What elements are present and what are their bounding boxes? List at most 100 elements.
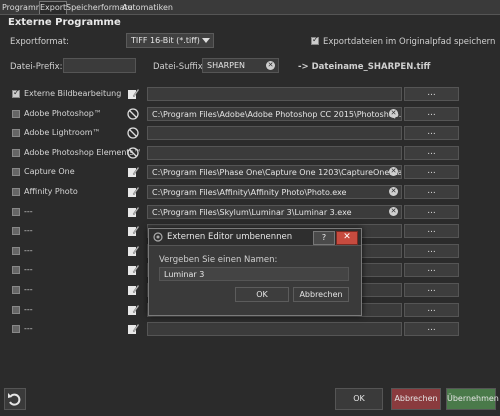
prefix-label: Datei-Prefix: [10, 62, 63, 72]
browse-button[interactable]: ... [404, 224, 459, 238]
edit-icon[interactable] [127, 245, 140, 257]
clear-icon[interactable]: ✕ [389, 167, 398, 176]
undo-button[interactable] [4, 388, 26, 410]
program-name: Adobe Photoshop™ [24, 109, 102, 118]
edit-icon[interactable] [127, 88, 140, 100]
tab-bar: Programm Export Speicherformate Automati… [0, 0, 500, 15]
program-path-input[interactable] [147, 322, 402, 336]
program-name: Externe Bildbearbeitung [24, 89, 122, 98]
edit-icon[interactable] [127, 166, 140, 178]
program-path-input[interactable] [147, 146, 402, 160]
program-row: Adobe Photoshop™ C:\Program Files\Adobe\A… [0, 106, 500, 122]
program-checkbox[interactable] [12, 286, 20, 294]
prefix-input[interactable] [63, 58, 136, 73]
help-button[interactable]: ? [313, 231, 335, 245]
dialog-cancel-button[interactable]: Abbrechen [293, 287, 349, 302]
program-name: --- [24, 246, 33, 255]
program-row: Adobe Photoshop Elements™... [0, 145, 500, 161]
cancel-button[interactable]: Abbrechen [391, 388, 441, 410]
export-format-dropdown[interactable]: TIFF 16-Bit (*.tiff) [126, 33, 214, 48]
program-path-input[interactable] [147, 126, 402, 140]
dialog-titlebar: Externen Editor umbenennen ? ✕ [149, 229, 361, 246]
program-checkbox[interactable] [12, 129, 20, 137]
original-path-label: Exportdateien im Originalpfad speichern [323, 37, 496, 47]
program-name: --- [24, 305, 33, 314]
dialog-title: Externen Editor umbenennen [167, 232, 293, 242]
tab-automatiken[interactable]: Automatiken [122, 2, 173, 14]
clear-icon[interactable]: ✕ [389, 207, 398, 216]
close-button[interactable]: ✕ [336, 231, 358, 245]
program-row: Adobe Lightroom™... [0, 125, 500, 141]
tab-programm[interactable]: Programm [2, 2, 44, 14]
browse-button[interactable]: ... [404, 244, 459, 258]
program-checkbox[interactable] [12, 227, 20, 235]
program-path-input[interactable] [147, 87, 402, 101]
dialog-prompt: Vergeben Sie einen Namen: [159, 255, 278, 265]
program-name: --- [24, 226, 33, 235]
export-format-label: Exportformat: [10, 37, 70, 47]
browse-button[interactable]: ... [404, 263, 459, 277]
edit-icon[interactable] [127, 206, 140, 218]
clear-icon[interactable]: ✕ [389, 187, 398, 196]
edit-icon[interactable] [127, 304, 140, 316]
browse-button[interactable]: ... [404, 303, 459, 317]
program-row: Externe Bildbearbeitung... [0, 86, 500, 102]
program-checkbox[interactable] [12, 188, 20, 196]
program-row: Affinity Photo C:\Program Files\Affinity\… [0, 184, 500, 200]
browse-button[interactable]: ... [404, 146, 459, 160]
edit-icon[interactable] [127, 186, 140, 198]
tab-speicherformate[interactable]: Speicherformate [66, 2, 133, 14]
program-checkbox[interactable] [12, 110, 20, 118]
program-checkbox[interactable] [12, 325, 20, 333]
edit-icon[interactable] [127, 323, 140, 335]
editor-name-input[interactable]: Luminar 3 [159, 267, 349, 281]
program-name: --- [24, 207, 33, 216]
program-row: Capture One C:\Program Files\Phase One\Ca… [0, 164, 500, 180]
browse-button[interactable]: ... [404, 185, 459, 199]
program-path-input[interactable]: C:\Program Files\Adobe\Adobe Photoshop C… [147, 107, 402, 121]
program-checkbox[interactable] [12, 266, 20, 274]
program-checkbox[interactable] [12, 247, 20, 255]
edit-icon[interactable] [127, 284, 140, 296]
browse-button[interactable]: ... [404, 205, 459, 219]
edit-icon[interactable] [127, 225, 140, 237]
section-title: Externe Programme [8, 17, 121, 28]
original-path-checkbox[interactable] [311, 35, 319, 45]
edit-icon[interactable] [127, 264, 140, 276]
browse-button[interactable]: ... [404, 283, 459, 297]
forbidden-icon[interactable] [127, 147, 139, 159]
program-path: C:\Program Files\Phase One\Capture One 1… [152, 168, 402, 177]
program-checkbox[interactable] [12, 208, 20, 216]
program-path-input[interactable]: C:\Program Files\Phase One\Capture One 1… [147, 165, 402, 179]
ok-button[interactable]: OK [335, 388, 383, 410]
apply-button[interactable]: Übernehmen [446, 388, 499, 410]
program-row: --- C:\Program Files\Skylum\Luminar 3\Lum… [0, 204, 500, 220]
chevron-down-icon [202, 38, 210, 43]
browse-button[interactable]: ... [404, 107, 459, 121]
dialog-ok-button[interactable]: OK [235, 287, 289, 302]
program-name: Adobe Photoshop Elements™ [24, 148, 142, 157]
clear-icon[interactable]: ✕ [389, 109, 398, 118]
program-checkbox[interactable] [12, 306, 20, 314]
program-checkbox[interactable] [12, 168, 20, 176]
program-checkbox[interactable] [12, 149, 20, 157]
browse-button[interactable]: ... [404, 87, 459, 101]
program-path: C:\Program Files\Skylum\Luminar 3\Lumina… [152, 208, 352, 217]
forbidden-icon[interactable] [127, 108, 139, 120]
rename-dialog: Externen Editor umbenennen ? ✕ Vergeben … [148, 228, 362, 316]
program-name: Affinity Photo [24, 187, 78, 196]
filename-preview: -> Dateiname_SHARPEN.tiff [298, 62, 431, 72]
browse-button[interactable]: ... [404, 126, 459, 140]
browse-button[interactable]: ... [404, 165, 459, 179]
program-checkbox[interactable] [12, 88, 20, 98]
browse-button[interactable]: ... [404, 322, 459, 336]
app-icon [153, 232, 163, 242]
clear-icon[interactable]: ✕ [266, 61, 275, 70]
program-path-input[interactable]: C:\Program Files\Affinity\Affinity Photo… [147, 185, 402, 199]
program-name: --- [24, 324, 33, 333]
program-name: --- [24, 265, 33, 274]
program-path-input[interactable]: C:\Program Files\Skylum\Luminar 3\Lumina… [147, 205, 402, 219]
forbidden-icon[interactable] [127, 127, 139, 139]
tab-export[interactable]: Export [39, 1, 67, 14]
program-path: C:\Program Files\Adobe\Adobe Photoshop C… [152, 110, 402, 119]
